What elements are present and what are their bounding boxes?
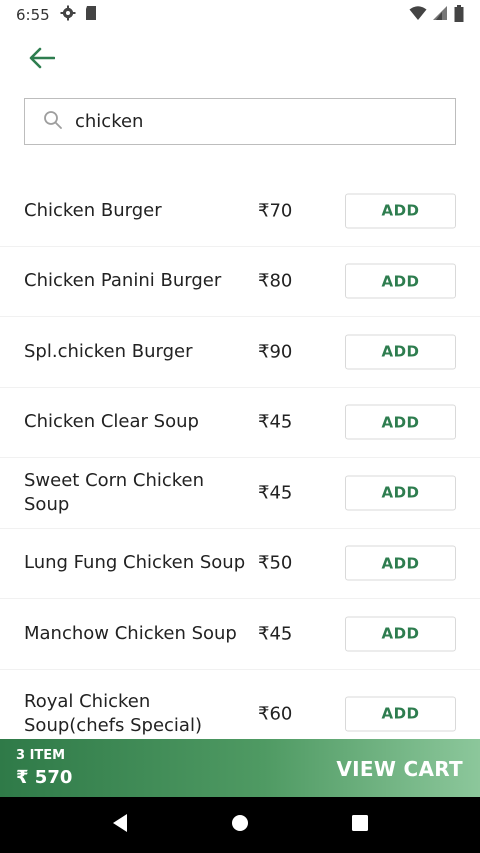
- cart-total: ₹ 570: [16, 767, 73, 788]
- results-list: Chicken Burger ₹70 ADD Chicken Panini Bu…: [0, 176, 480, 758]
- list-item: Sweet Corn Chicken Soup ₹45 ADD: [0, 458, 480, 529]
- item-name: Sweet Corn Chicken Soup: [24, 469, 205, 515]
- add-button[interactable]: ADD: [345, 696, 456, 731]
- sd-card-icon: [84, 5, 98, 25]
- add-button[interactable]: ADD: [345, 404, 456, 440]
- add-button[interactable]: ADD: [345, 193, 456, 229]
- item-price: ₹60: [258, 703, 293, 724]
- add-button[interactable]: ADD: [345, 545, 456, 581]
- status-time: 6:55: [16, 6, 50, 24]
- list-item: Manchow Chicken Soup ₹45 ADD: [0, 599, 480, 670]
- list-item: Chicken Clear Soup ₹45 ADD: [0, 388, 480, 458]
- back-button[interactable]: [22, 40, 62, 80]
- list-item: Chicken Burger ₹70 ADD: [0, 176, 480, 247]
- item-price: ₹50: [258, 552, 293, 574]
- square-recents-icon: [351, 814, 369, 836]
- item-name: Lung Fung Chicken Soup: [24, 552, 246, 574]
- nav-home-button[interactable]: [215, 800, 265, 850]
- nav-recents-button[interactable]: [335, 800, 385, 850]
- cart-item-count: 3 ITEM: [16, 748, 66, 763]
- nav-back-button[interactable]: [95, 800, 145, 850]
- gear-icon: [60, 5, 76, 25]
- item-price: ₹70: [258, 200, 293, 222]
- add-button[interactable]: ADD: [345, 475, 456, 511]
- signal-icon: [433, 5, 448, 25]
- item-price: ₹45: [258, 623, 293, 645]
- add-button[interactable]: ADD: [345, 334, 456, 370]
- wifi-icon: [409, 5, 427, 25]
- system-nav-bar: [0, 797, 480, 853]
- view-cart-bar[interactable]: 3 ITEM ₹ 570 VIEW CART: [0, 739, 480, 797]
- list-item: Lung Fung Chicken Soup ₹50 ADD: [0, 529, 480, 599]
- item-price: ₹45: [258, 482, 293, 504]
- item-name: Chicken Panini Burger: [24, 270, 222, 292]
- item-price: ₹80: [258, 270, 293, 292]
- search-icon: [43, 110, 63, 134]
- arrow-left-icon: [29, 47, 56, 73]
- search-input[interactable]: [75, 111, 435, 132]
- item-name: Chicken Clear Soup: [24, 411, 199, 433]
- circle-home-icon: [231, 814, 249, 836]
- add-button[interactable]: ADD: [345, 616, 456, 652]
- list-item: Chicken Panini Burger ₹80 ADD: [0, 247, 480, 317]
- item-price: ₹90: [258, 341, 293, 363]
- battery-icon: [454, 4, 464, 26]
- item-name: Spl.chicken Burger: [24, 340, 193, 362]
- view-cart-button[interactable]: VIEW CART: [336, 757, 463, 781]
- item-price: ₹45: [258, 411, 293, 433]
- add-button[interactable]: ADD: [345, 263, 456, 299]
- triangle-back-icon: [111, 813, 129, 837]
- item-name: Royal Chicken Soup(chefs Special): [24, 690, 202, 736]
- status-bar: 6:55: [0, 0, 480, 30]
- item-name: Manchow Chicken Soup: [24, 622, 237, 644]
- item-name: Chicken Burger: [24, 199, 162, 221]
- search-field[interactable]: [24, 98, 456, 145]
- list-item: Spl.chicken Burger ₹90 ADD: [0, 317, 480, 388]
